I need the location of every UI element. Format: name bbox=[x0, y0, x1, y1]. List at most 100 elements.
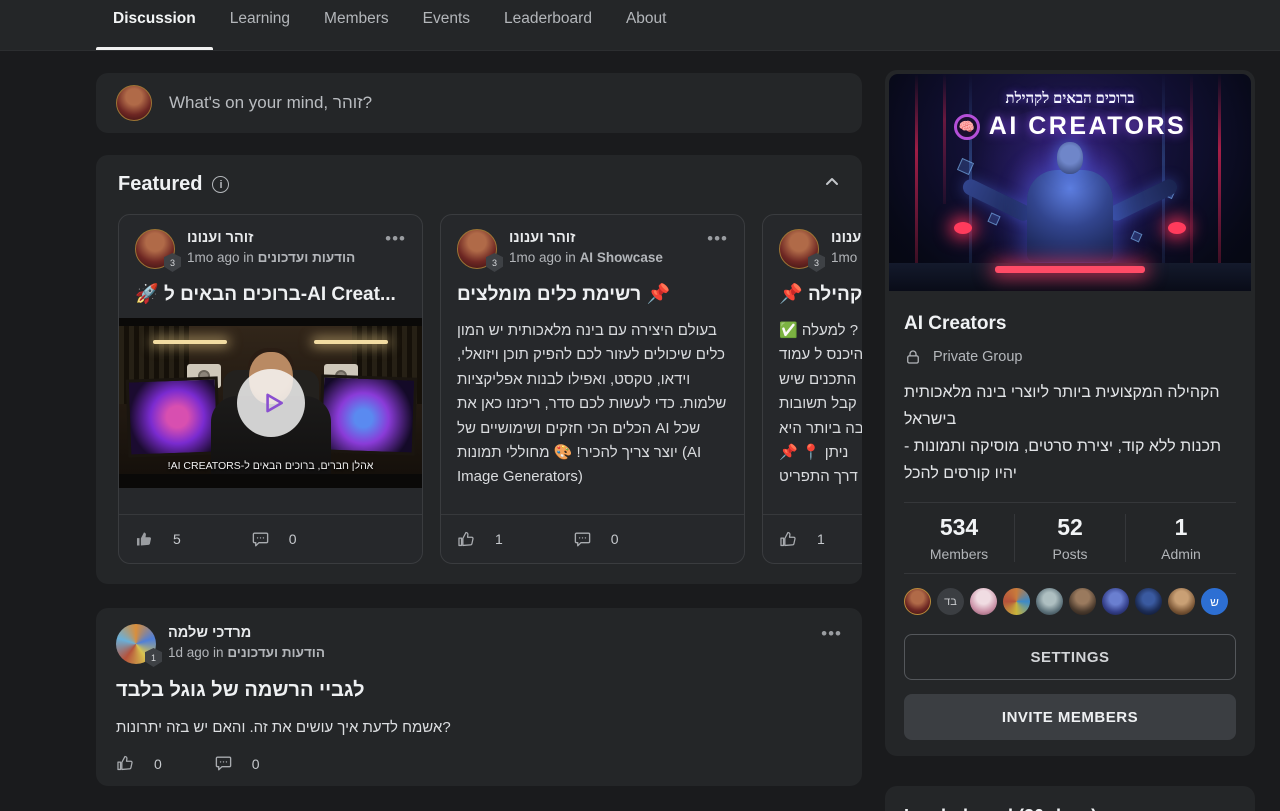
tab-leaderboard[interactable]: Leaderboard bbox=[487, 0, 609, 50]
settings-button[interactable]: SETTINGS bbox=[904, 634, 1236, 680]
post-body-line: 📌 📍 ניתן bbox=[779, 441, 862, 465]
member-avatar[interactable] bbox=[1168, 588, 1195, 615]
post-author[interactable]: זוהר וענונו bbox=[831, 230, 862, 246]
posts-count: 52 bbox=[1015, 514, 1125, 541]
member-avatar-initials[interactable]: ש bbox=[1201, 588, 1228, 615]
post-title[interactable]: רשימת כלים מומלצים 📌 bbox=[441, 282, 744, 306]
leaderboard-card: Leaderboard (30-days) bbox=[885, 786, 1255, 811]
leaderboard-title: Leaderboard (30-days) bbox=[904, 806, 1236, 811]
banner-welcome-text: ברוכים הבאים לקהילת bbox=[889, 91, 1251, 108]
post-timestamp: 1mo bbox=[831, 250, 857, 265]
comment-count: 0 bbox=[289, 531, 297, 547]
main-feed-column: What's on your mind, זוהר? Featured i 3 bbox=[96, 73, 862, 786]
post-body-line: ✅ למעלה ? bbox=[779, 319, 862, 343]
member-avatars-row: בד ש bbox=[904, 574, 1236, 617]
group-privacy-label: Private Group bbox=[933, 349, 1022, 365]
member-avatar[interactable] bbox=[1036, 588, 1063, 615]
banner-brand-text: AI CREATORS bbox=[989, 112, 1186, 141]
posts-stat[interactable]: 52 Posts bbox=[1014, 514, 1125, 562]
tab-learning[interactable]: Learning bbox=[213, 0, 307, 50]
like-stat[interactable]: 5 bbox=[135, 530, 181, 549]
comment-stat[interactable]: 0 bbox=[251, 530, 297, 549]
member-avatar[interactable] bbox=[970, 588, 997, 615]
group-tab-bar: Discussion Learning Members Events Leade… bbox=[0, 0, 1280, 51]
member-avatar[interactable] bbox=[904, 588, 931, 615]
like-count: 1 bbox=[817, 531, 825, 547]
feed-post-card[interactable]: 1 מרדכי שלמה 1d ago in הודעות ועדכונים •… bbox=[96, 608, 862, 786]
post-body-line: התכנים שיש bbox=[779, 368, 862, 392]
brain-icon: 🧠 bbox=[954, 114, 980, 140]
admin-label: Admin bbox=[1126, 546, 1236, 562]
thumbs-up-icon bbox=[135, 530, 154, 549]
post-channel[interactable]: הודעות ועדכונים bbox=[258, 250, 356, 265]
post-author[interactable]: מרדכי שלמה bbox=[168, 625, 325, 641]
post-timestamp: 1mo ago in bbox=[509, 250, 576, 265]
post-body: אשמח לדעת איך עושים את זה. והאם יש בזה י… bbox=[116, 719, 842, 736]
play-button[interactable] bbox=[237, 369, 305, 437]
post-timestamp: 1mo ago in bbox=[187, 250, 254, 265]
post-author[interactable]: זוהר וענונו bbox=[187, 230, 355, 246]
post-meta: 1mo ago in AI Showcase bbox=[509, 250, 663, 265]
like-count: 5 bbox=[173, 531, 181, 547]
group-description: הקהילה המקצועית ביותר ליוצרי בינה מלאכות… bbox=[904, 379, 1236, 487]
like-stat[interactable]: 1 bbox=[457, 530, 503, 549]
featured-post-card[interactable]: 3 זוהר וענונו 1mo ago in הודעות ועדכונים… bbox=[118, 214, 423, 564]
tab-discussion[interactable]: Discussion bbox=[96, 0, 213, 50]
tab-members[interactable]: Members bbox=[307, 0, 406, 50]
member-avatar-initials[interactable]: בד bbox=[937, 588, 964, 615]
invite-members-button[interactable]: INVITE MEMBERS bbox=[904, 694, 1236, 740]
chevron-up-icon[interactable] bbox=[824, 174, 840, 195]
featured-post-card[interactable]: 3 זוהר וענונו 1mo ago in AI Showcase •••… bbox=[440, 214, 745, 564]
featured-title: Featured bbox=[118, 173, 202, 196]
member-avatar[interactable] bbox=[1069, 588, 1096, 615]
comment-stat[interactable]: 0 bbox=[214, 754, 260, 773]
member-avatar[interactable] bbox=[1102, 588, 1129, 615]
video-caption: אהלן חברים, ברוכים הבאים ל-AI CREATORS! bbox=[119, 460, 422, 472]
composer-placeholder[interactable]: What's on your mind, זוהר? bbox=[169, 93, 372, 113]
members-label: Members bbox=[904, 546, 1014, 562]
info-icon[interactable]: i bbox=[212, 176, 229, 193]
featured-section: Featured i 3 זוהר וענונו bbox=[96, 155, 862, 584]
comment-count: 0 bbox=[252, 756, 260, 772]
comment-count: 0 bbox=[611, 531, 619, 547]
post-channel[interactable]: AI Showcase bbox=[580, 250, 663, 265]
post-body-line: קבל תשובות bbox=[779, 392, 862, 416]
member-avatar[interactable] bbox=[1003, 588, 1030, 615]
post-meta: 1d ago in הודעות ועדכונים bbox=[168, 645, 325, 660]
post-channel[interactable]: הודעות ועדכונים bbox=[227, 645, 325, 660]
post-timestamp: 1d ago in bbox=[168, 645, 224, 660]
members-stat[interactable]: 534 Members bbox=[904, 514, 1014, 562]
thumbs-up-icon bbox=[457, 530, 476, 549]
group-info-card: ברוכים הבאים לקהילת 🧠 AI CREATORS AI Cre… bbox=[885, 70, 1255, 756]
tab-events[interactable]: Events bbox=[406, 0, 487, 50]
post-title[interactable]: 🚀 ברוכים הבאים ל-AI Creat... bbox=[119, 282, 422, 306]
comment-icon bbox=[214, 754, 233, 773]
comment-stat[interactable]: 0 bbox=[573, 530, 619, 549]
post-author[interactable]: זוהר וענונו bbox=[509, 230, 663, 246]
post-composer[interactable]: What's on your mind, זוהר? bbox=[96, 73, 862, 133]
like-stat[interactable]: 0 bbox=[116, 754, 162, 773]
group-sidebar: ברוכים הבאים לקהילת 🧠 AI CREATORS AI Cre… bbox=[885, 70, 1255, 811]
comment-icon bbox=[573, 530, 592, 549]
post-title[interactable]: לגביי הרשמה של גוגל בלבד bbox=[116, 679, 842, 702]
kebab-menu-icon[interactable]: ••• bbox=[821, 624, 842, 644]
post-body-line: היכנס ל עמוד bbox=[779, 343, 862, 367]
video-thumbnail[interactable]: אהלן חברים, ברוכים הבאים ל-AI CREATORS! bbox=[119, 318, 422, 488]
like-count: 0 bbox=[154, 756, 162, 772]
members-count: 534 bbox=[904, 514, 1014, 541]
group-banner-image[interactable]: ברוכים הבאים לקהילת 🧠 AI CREATORS bbox=[889, 74, 1251, 291]
member-avatar[interactable] bbox=[1135, 588, 1162, 615]
kebab-menu-icon[interactable]: ••• bbox=[707, 229, 728, 249]
featured-carousel[interactable]: 3 זוהר וענונו 1mo ago in הודעות ועדכונים… bbox=[118, 214, 862, 564]
post-body-line: בה ביותר היא bbox=[779, 417, 862, 441]
lock-icon bbox=[904, 348, 922, 366]
featured-post-card[interactable]: 3 זוהר וענונו 1mo 📌 חוקי הקהילה ✅ למעלה … bbox=[762, 214, 862, 564]
kebab-menu-icon[interactable]: ••• bbox=[385, 229, 406, 249]
post-title[interactable]: 📌 חוקי הקהילה bbox=[763, 282, 862, 306]
group-name[interactable]: AI Creators bbox=[904, 313, 1236, 335]
like-stat[interactable]: 1 bbox=[779, 530, 825, 549]
tab-about[interactable]: About bbox=[609, 0, 684, 50]
admin-stat[interactable]: 1 Admin bbox=[1125, 514, 1236, 562]
post-meta: 1mo ago in הודעות ועדכונים bbox=[187, 250, 355, 265]
like-count: 1 bbox=[495, 531, 503, 547]
